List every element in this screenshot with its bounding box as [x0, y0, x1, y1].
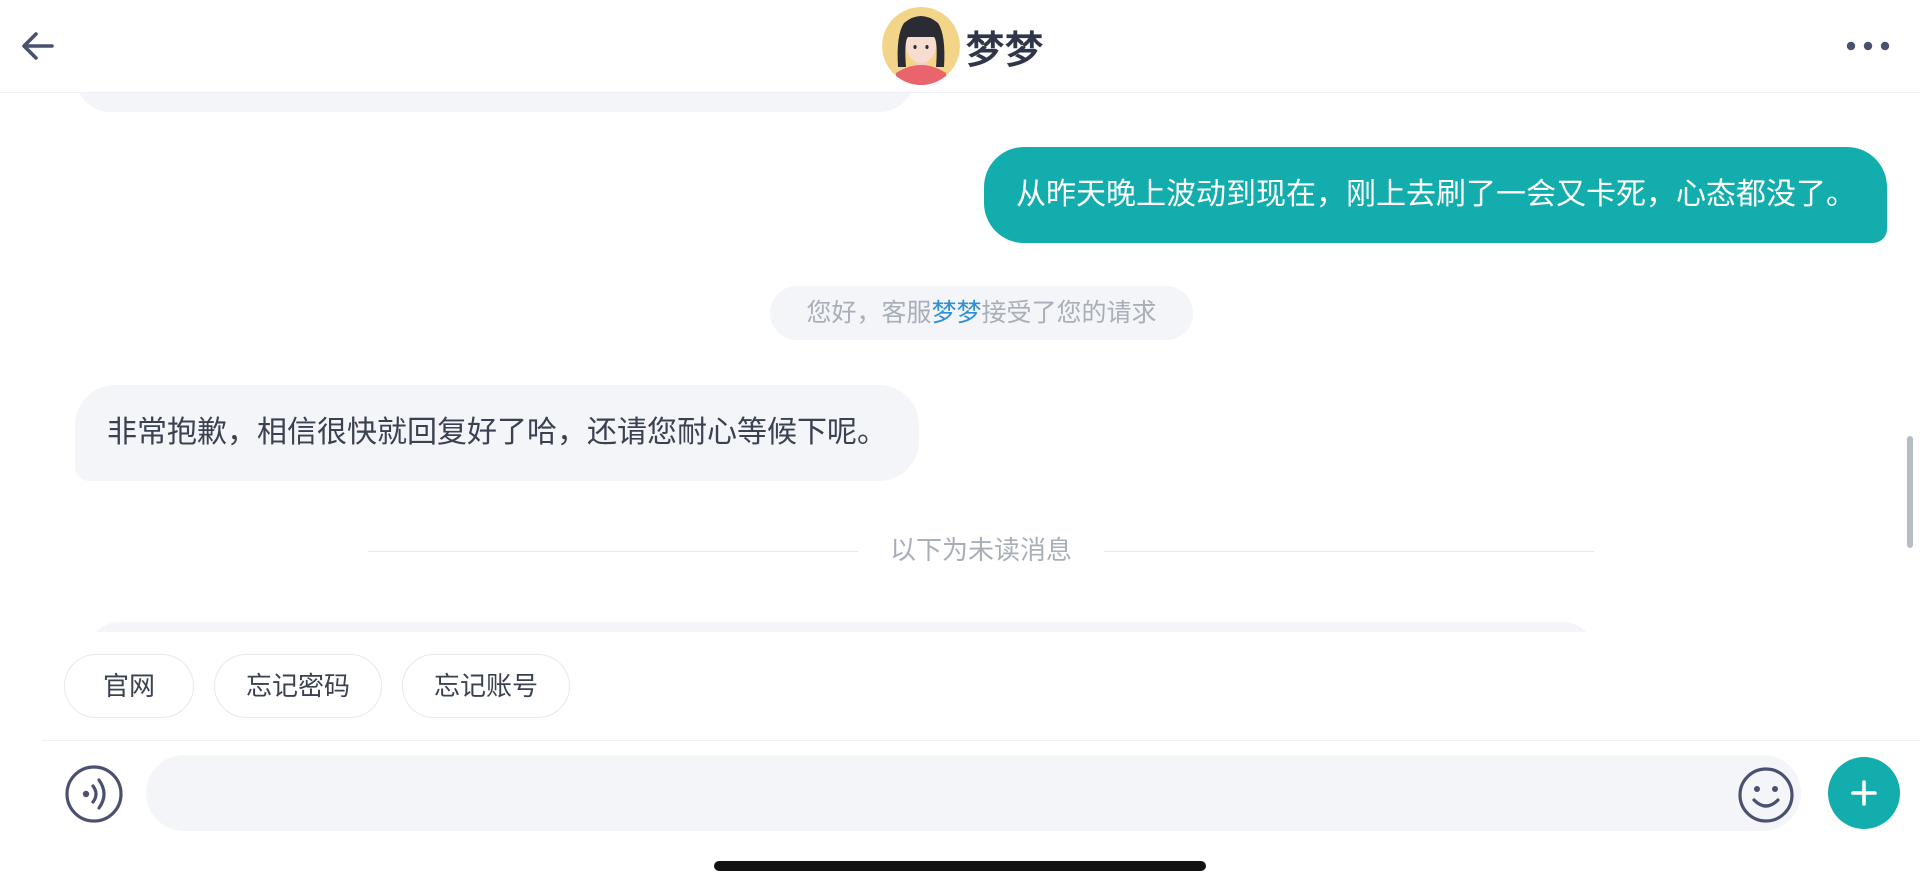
agent-name: 梦梦 [931, 298, 982, 327]
scrollbar[interactable] [1907, 436, 1913, 548]
unread-divider: 以下为未读消息 [368, 534, 1594, 568]
plus-button[interactable] [1828, 757, 1900, 829]
chat-header: 梦梦 [0, 0, 1920, 93]
voice-icon[interactable] [64, 764, 124, 824]
arrow-left-icon [22, 32, 54, 60]
more-button[interactable] [1838, 26, 1898, 66]
message-bubble-partial [76, 92, 914, 112]
avatar[interactable] [882, 7, 960, 85]
page-title: 梦梦 [966, 27, 1045, 72]
quick-reply-forgot-password[interactable]: 忘记密码 [214, 654, 382, 718]
system-notice: 您好，客服梦梦接受了您的请求 [770, 286, 1193, 340]
home-indicator[interactable] [714, 861, 1206, 871]
message-bubble-partial [86, 622, 1596, 632]
message-list[interactable]: 从昨天晚上波动到现在，刚上去刷了一会又卡死，心态都没了。 您好，客服梦梦接受了您… [0, 92, 1920, 632]
emoji-icon[interactable] [1736, 765, 1796, 825]
system-notice-suffix: 接受了您的请求 [981, 298, 1157, 327]
more-dots-icon [1846, 41, 1890, 51]
back-button[interactable] [16, 24, 60, 68]
system-notice-prefix: 您好，客服 [806, 298, 932, 327]
incoming-message[interactable]: 非常抱歉，相信很快就回复好了哈，还请您耐心等候下呢。 [75, 385, 919, 481]
chat-title-area: 梦梦 [882, 7, 1045, 85]
divider-line-right [1104, 551, 1594, 552]
quick-reply-forgot-account[interactable]: 忘记账号 [402, 654, 570, 718]
plus-icon [1851, 780, 1877, 806]
quick-reply-official-site[interactable]: 官网 [64, 654, 194, 718]
message-input[interactable] [146, 755, 1801, 831]
input-divider [42, 740, 1920, 741]
outgoing-message[interactable]: 从昨天晚上波动到现在，刚上去刷了一会又卡死，心态都没了。 [984, 147, 1887, 243]
